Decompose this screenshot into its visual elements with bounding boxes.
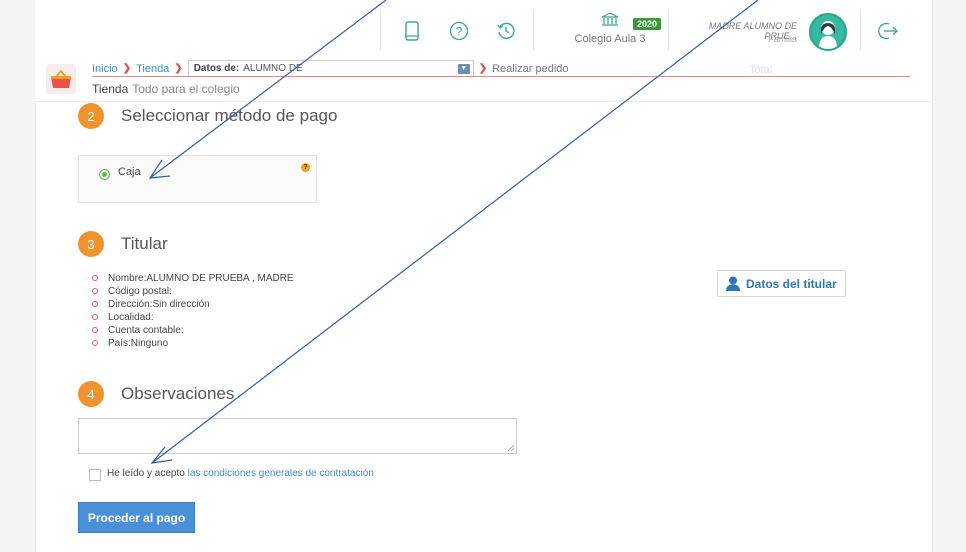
user-role: Familia — [767, 34, 797, 44]
step-number-2: 2 — [78, 103, 104, 129]
page-subtitle: Todo para el colegio — [132, 82, 240, 96]
page-title-text: Tienda — [92, 82, 129, 96]
help-icon[interactable]: ? — [301, 163, 310, 172]
basket-icon — [46, 64, 76, 94]
topbar-separator — [533, 10, 534, 50]
student-select[interactable]: Datos de: ALUMNO DE ▼ — [187, 60, 474, 77]
breadcrumb-divider — [92, 76, 910, 77]
step-title-payment: Seleccionar método de pago — [121, 106, 338, 125]
topbar-separator — [380, 10, 381, 50]
user-avatar-icon — [811, 15, 845, 49]
topbar-separator — [860, 10, 861, 50]
terms-checkbox[interactable] — [89, 469, 101, 481]
step-title-holder: Titular — [121, 234, 168, 253]
terms-link[interactable]: las condiciones generales de contratació… — [188, 468, 374, 479]
year-badge: 2020 — [633, 18, 662, 30]
logout-icon[interactable] — [875, 18, 901, 44]
terms-text: He leído y acepto las condiciones genera… — [107, 468, 374, 479]
holder-details-label: Datos del titular — [746, 276, 837, 291]
list-item: Nombre:ALUMNO DE PRUEBA , MADRE — [92, 272, 294, 285]
breadcrumb-shop-link[interactable]: Tienda — [136, 63, 169, 75]
chevron-right-icon: ❯ — [122, 63, 132, 74]
user-icon — [726, 276, 740, 291]
breadcrumb-current: Realizar pedido — [492, 62, 569, 75]
list-item: Cuenta contable: — [92, 324, 294, 337]
list-item: Dirección:Sin dirección — [92, 298, 294, 311]
avatar[interactable] — [809, 13, 847, 51]
step-title-observations: Observaciones — [121, 384, 235, 403]
help-icon[interactable]: ? — [446, 18, 472, 44]
svg-text:?: ? — [456, 25, 463, 39]
chevron-right-icon: ❯ — [478, 63, 488, 74]
page-title: Tienda Todo para el colegio — [92, 82, 240, 96]
breadcrumb: Inicio ❯ Tienda ❯ Datos de: ALUMNO DE ▼ … — [92, 60, 569, 77]
payment-option-label[interactable]: Caja — [118, 166, 141, 178]
step-number-4: 4 — [78, 381, 104, 407]
terms-label: He leído y acepto — [107, 468, 185, 479]
dropdown-arrow-icon[interactable]: ▼ — [457, 63, 470, 74]
school-icon — [601, 12, 619, 26]
observations-textarea[interactable] — [78, 418, 517, 454]
top-bar: ? Colegio Aula 3 2020 MADRE ALUMNO DE PR… — [35, 0, 931, 58]
breadcrumb-bar: Inicio ❯ Tienda ❯ Datos de: ALUMNO DE ▼ … — [35, 57, 931, 102]
list-item: País:Ninguno — [92, 337, 294, 350]
resize-handle-icon[interactable] — [507, 444, 514, 451]
list-item: Código postal: — [92, 285, 294, 298]
holder-details-list: Nombre:ALUMNO DE PRUEBA , MADRE Código p… — [92, 272, 294, 350]
breadcrumb-home-link[interactable]: Inicio — [92, 63, 118, 75]
total-label: Total — [749, 64, 773, 76]
payment-radio-caja[interactable] — [99, 169, 110, 180]
student-select-label: Datos de: — [193, 63, 240, 74]
tablet-icon[interactable] — [399, 18, 425, 44]
proceed-to-payment-button[interactable]: Proceder al pago — [78, 502, 195, 533]
list-item: Localidad: — [92, 311, 294, 324]
student-select-value: ALUMNO DE — [243, 63, 303, 74]
holder-details-button[interactable]: Datos del titular — [717, 270, 846, 297]
step-number-3: 3 — [78, 231, 104, 257]
history-icon[interactable] — [493, 18, 519, 44]
chevron-right-icon: ❯ — [174, 63, 183, 74]
topbar-separator — [668, 10, 669, 50]
school-name: Colegio Aula 3 — [574, 33, 646, 45]
payment-method-box: Caja ? — [78, 155, 317, 203]
